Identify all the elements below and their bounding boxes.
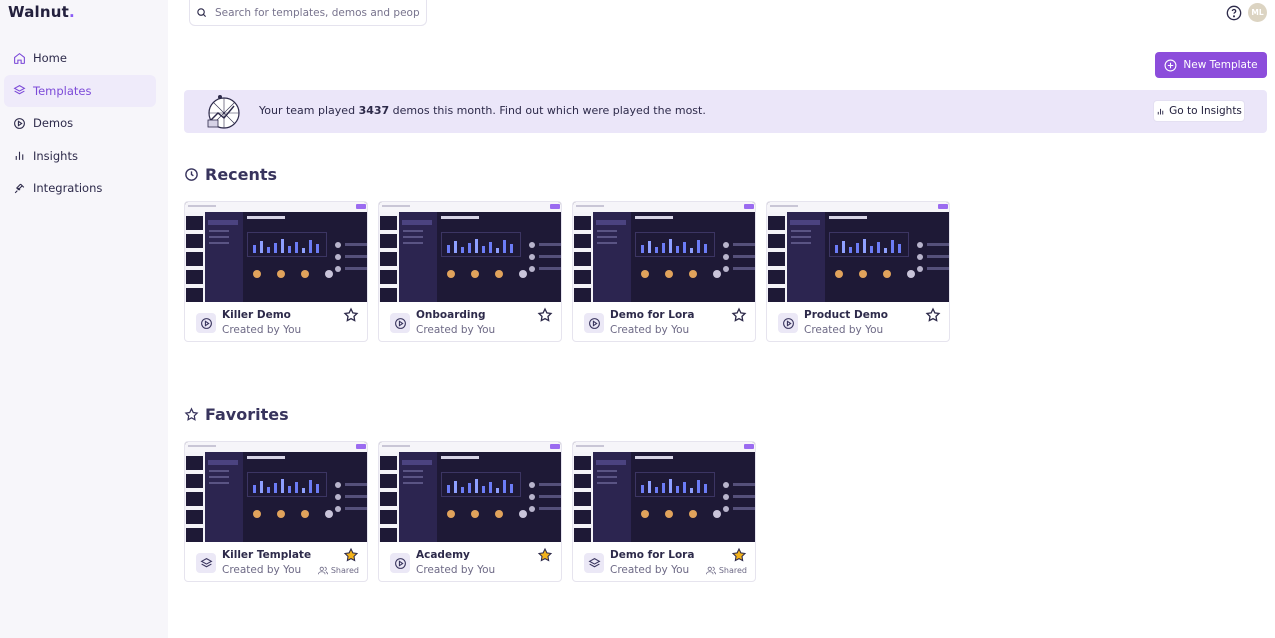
star-outline-icon[interactable] [731,307,747,323]
card-title: Killer Template [222,549,312,561]
card-body: Demo for Lora Created by You Shared [573,542,755,581]
users-icon [317,566,328,575]
star-filled-icon[interactable] [343,547,359,563]
card-title: Product Demo [804,309,888,321]
card-body: Killer Template Created by You Shared [185,542,367,581]
sidebar-item-label: Integrations [33,181,103,195]
sidebar-item-templates[interactable]: Templates [4,74,156,107]
demo-type-icon [584,313,604,333]
new-template-button[interactable]: New Template [1155,52,1267,78]
insights-banner: Your team played 3437 demos this month. … [184,90,1267,133]
card-subtitle: Created by You [222,324,302,336]
sidebar-nav: Home Templates Demos Insights Integratio… [4,42,156,205]
star-filled-icon[interactable] [537,547,553,563]
radar-illustration-icon [207,95,240,129]
card-subtitle: Created by You [222,564,302,576]
sidebar-item-label: Templates [33,83,92,98]
shared-badge: Shared [317,566,359,575]
sidebar-item-label: Demos [33,116,74,130]
plus-circle-icon [1164,59,1177,71]
card-subtitle: Created by You [610,564,690,576]
sidebar: Walnut. Home Templates Demos Insights In… [0,0,168,638]
plug-icon [12,181,26,195]
template-type-icon [584,553,604,573]
card-title: Demo for Lora [610,309,695,321]
clock-icon [185,168,198,181]
star-outline-icon[interactable] [343,307,359,323]
card-recents-2[interactable]: Demo for Lora Created by You [572,201,756,342]
demo-type-icon [390,553,410,573]
go-to-insights-button[interactable]: Go to Insights [1153,100,1245,122]
sidebar-item-integrations[interactable]: Integrations [4,172,156,204]
card-thumbnail[interactable] [379,442,561,542]
card-recents-3[interactable]: Product Demo Created by You [766,201,950,342]
card-title: Killer Demo [222,309,291,321]
card-thumbnail[interactable] [767,202,949,302]
card-subtitle: Created by You [416,564,496,576]
search-input[interactable] [215,6,420,19]
search-icon [197,8,207,18]
card-recents-1[interactable]: Onboarding Created by You [378,201,562,342]
recents-heading: Recents [184,165,277,184]
sidebar-item-demos[interactable]: Demos [4,107,156,139]
card-body: Academy Created by You [379,542,561,581]
sidebar-item-label: Insights [33,148,78,163]
template-type-icon [196,553,216,573]
avatar[interactable]: ML [1248,3,1267,22]
card-title: Onboarding [416,309,486,321]
card-recents-0[interactable]: Killer Demo Created by You [184,201,368,342]
card-body: Killer Demo Created by You [185,302,367,341]
layers-icon [12,84,26,98]
demo-type-icon [390,313,410,333]
help-icon[interactable] [1226,5,1242,21]
banner-message: Your team played 3437 demos this month. … [259,104,706,117]
home-icon [12,51,26,65]
card-favorites-0[interactable]: Killer Template Created by You Shared [184,441,368,582]
card-thumbnail[interactable] [573,442,755,542]
demo-type-icon [778,313,798,333]
card-title: Demo for Lora [610,549,695,561]
users-icon [705,566,716,575]
card-body: Onboarding Created by You [379,302,561,341]
sidebar-item-label: Home [33,51,67,65]
card-thumbnail[interactable] [379,202,561,302]
bar-chart-icon [1157,108,1164,114]
walnut-logo[interactable]: Walnut. [8,3,75,21]
card-body: Product Demo Created by You [767,302,949,341]
card-favorites-1[interactable]: Academy Created by You [378,441,562,582]
card-subtitle: Created by You [416,324,496,336]
sidebar-item-insights[interactable]: Insights [4,140,156,172]
demo-type-icon [196,313,216,333]
favorites-heading: Favorites [184,405,289,424]
card-thumbnail[interactable] [573,202,755,302]
shared-badge: Shared [705,566,747,575]
card-subtitle: Created by You [610,324,690,336]
star-outline-icon[interactable] [925,307,941,323]
card-subtitle: Created by You [804,324,884,336]
card-favorites-2[interactable]: Demo for Lora Created by You Shared [572,441,756,582]
star-filled-icon[interactable] [731,547,747,563]
star-outline-icon [184,407,199,421]
play-circle-icon [12,116,26,130]
sidebar-item-home[interactable]: Home [4,42,156,74]
card-thumbnail[interactable] [185,202,367,302]
search-bar[interactable] [189,0,427,26]
bar-chart-icon [12,149,26,163]
star-outline-icon[interactable] [537,307,553,323]
card-title: Academy [416,549,470,561]
card-body: Demo for Lora Created by You [573,302,755,341]
card-thumbnail[interactable] [185,442,367,542]
